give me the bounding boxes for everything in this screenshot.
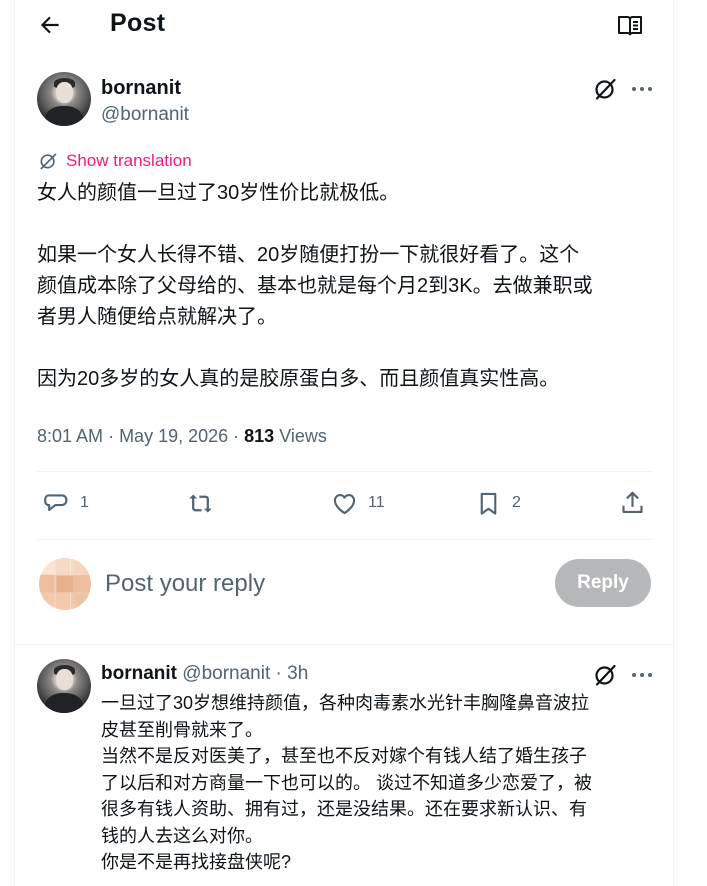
post-column: Post bornanit @bornanit Show translation [14,0,674,886]
bookmark-count: 2 [512,494,521,511]
divider [37,539,653,540]
more-icon [632,673,652,677]
reply-line: 当然不是反对医美了，甚至也不反对嫁个有钱人结了婚生孩子 [101,746,587,766]
reply-line: 很多有钱人资助、拥有过，还是没结果。还在要求新认识、有 [101,799,587,819]
bookmark-action[interactable]: 2 [475,488,521,518]
more-icon [632,87,652,91]
reply-action[interactable]: 1 [43,488,89,518]
post-paragraph: 因为20多岁的女人真的是胶原蛋白多、而且颜值真实性高。 [37,368,560,390]
author-handle[interactable]: @bornanit [101,104,189,126]
like-action[interactable]: 11 [331,488,385,518]
reply-icon [44,493,68,511]
post-time[interactable]: 8:01 AM [37,426,103,446]
grok-button[interactable] [593,77,617,101]
reply-author-avatar[interactable] [37,659,91,713]
post-paragraph: 女人的颜值一旦过了30岁性价比就极低。 [37,182,400,204]
reply-time[interactable]: 3h [287,663,308,684]
reply-grok-button[interactable] [593,663,617,687]
divider [37,471,653,472]
show-translation-link[interactable]: Show translation [66,151,192,171]
top-bar: Post [15,0,673,50]
grok-icon [595,664,616,686]
translate-icon [40,153,57,170]
divider [15,644,673,645]
reply-line: 皮甚至削骨就来了。 [101,719,263,740]
reply-line: 你是不是再找接盘侠呢? [101,852,292,872]
reply-line: 钱的人去这么对你。 [101,825,263,846]
views-count: 813 [244,426,275,446]
share-icon [622,491,643,513]
like-count: 11 [368,494,385,511]
back-button[interactable] [37,12,63,38]
reply-count: 1 [80,494,89,511]
user-avatar[interactable] [39,558,91,610]
reader-mode-icon [618,16,642,36]
reader-mode-button[interactable] [617,13,643,37]
reply-header: bornanit @bornanit · 3h [101,663,309,684]
views-label: Views [279,426,327,446]
repost-icon [189,494,212,512]
grok-icon [595,78,616,100]
bookmark-icon [480,492,497,515]
reply-input[interactable] [105,566,545,602]
reply-author-name[interactable]: bornanit [101,663,177,684]
more-options-button[interactable] [629,77,655,101]
show-translation-row[interactable]: Show translation [38,150,192,172]
post-date[interactable]: May 19, 2026 [119,426,228,446]
post-metadata: 8:01 AM · May 19, 2026 · 813 Views [37,426,327,446]
reply-more-options-button[interactable] [629,663,655,687]
reply-line: 了以后和对方商量一下也可以的。 谈过不知道多少恋爱了，被 [101,772,592,793]
repost-action[interactable] [187,488,224,518]
back-arrow-icon [40,16,59,34]
like-icon [333,493,356,514]
reply-line: 一旦过了30岁想维持颜值，各种肉毒素水光针丰胸隆鼻音波拉 [101,693,590,713]
author-name[interactable]: bornanit [101,77,181,100]
page-title: Post [110,9,166,37]
reply-text: 一旦过了30岁想维持颜值，各种肉毒素水光针丰胸隆鼻音波拉 皮甚至削骨就来了。 当… [101,690,661,876]
share-action[interactable] [619,488,646,518]
post-text: 女人的颜值一旦过了30岁性价比就极低。 如果一个女人长得不错、20岁随便打扮一下… [37,178,662,395]
post-paragraph: 如果一个女人长得不错、20岁随便打扮一下就很好看了。这个 颜值成本除了父母给的、基… [37,244,593,328]
reply-author-handle[interactable]: @bornanit [182,663,270,684]
author-avatar[interactable] [37,72,91,126]
reply-button[interactable]: Reply [555,559,651,607]
